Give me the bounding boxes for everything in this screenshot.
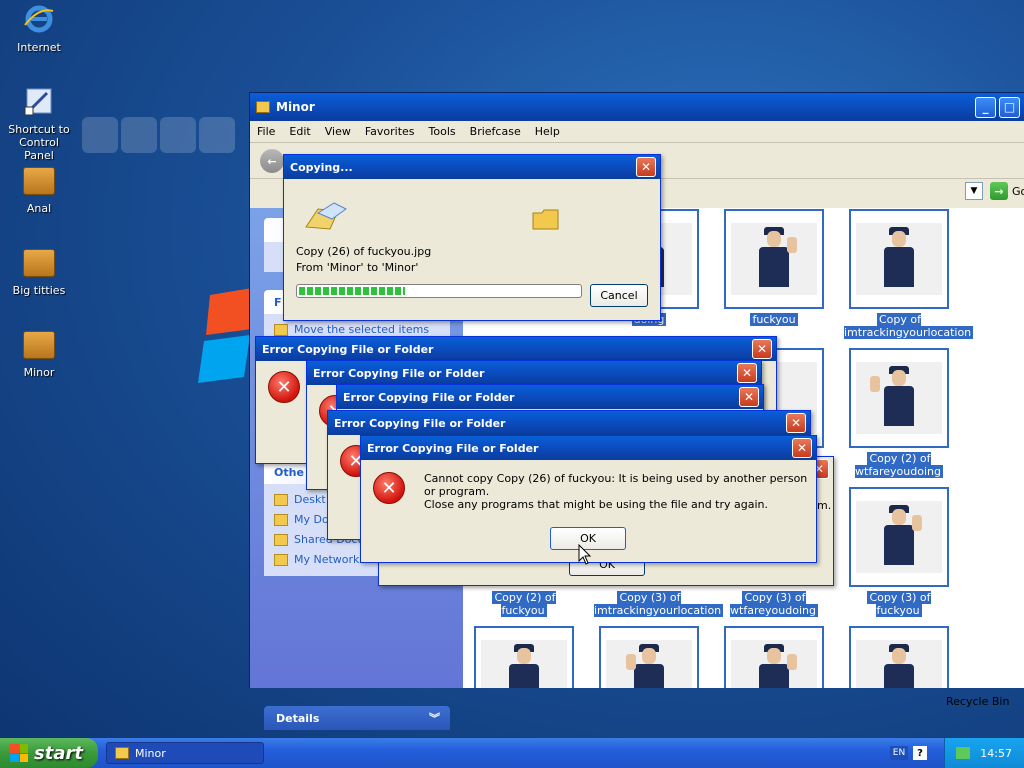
dialog-titlebar[interactable]: Error Copying File or Folder ✕ [337, 385, 763, 409]
menu-edit[interactable]: Edit [282, 125, 317, 138]
error-hint: Close any programs that might be using t… [424, 498, 769, 511]
menu-help[interactable]: Help [528, 125, 567, 138]
briefcase-icon [23, 249, 55, 277]
menu-favorites[interactable]: Favorites [358, 125, 422, 138]
folder-icon [274, 514, 288, 526]
clock: 14:57 [980, 746, 1012, 760]
file-caption[interactable]: Copy (2) of fuckyou [469, 591, 579, 617]
file-caption[interactable]: Copy (3) of wtfareyoudoing [719, 591, 829, 617]
close-icon[interactable]: ✕ [792, 438, 812, 458]
copy-from-to: From 'Minor' to 'Minor' [296, 261, 419, 274]
dialog-titlebar[interactable]: Error Copying File or Folder ✕ [361, 436, 816, 460]
desktop-icon-label: Shortcut to Control Panel [8, 123, 70, 162]
ghost-tile [160, 117, 196, 153]
close-icon[interactable]: ✕ [752, 339, 772, 359]
window-title: Minor [276, 100, 315, 114]
desktop-icon-label: Anal [26, 202, 52, 215]
progress-fill [299, 287, 406, 295]
destination-folder-icon [532, 209, 559, 230]
copy-progress-bar [296, 284, 582, 298]
ghost-tile [121, 117, 157, 153]
minimize-button[interactable]: _ [975, 96, 996, 118]
close-icon[interactable]: ✕ [737, 363, 757, 383]
details-header[interactable]: Details ︾ [264, 706, 450, 730]
folder-icon [274, 534, 288, 546]
copying-dialog[interactable]: Copying... ✕ Copy (26) of fuckyou.jpg Fr… [283, 154, 661, 321]
file-caption[interactable]: Copy (3) of imtrackingyourlocation [594, 591, 724, 617]
menu-tools[interactable]: Tools [422, 125, 463, 138]
file-thumbnail[interactable] [599, 626, 699, 688]
menu-briefcase[interactable]: Briefcase [463, 125, 528, 138]
system-tray: 14:57 [944, 738, 1024, 768]
address-dropdown-icon[interactable]: ▼ [965, 182, 983, 200]
start-button[interactable]: start [0, 738, 98, 768]
error-message: Cannot copy Copy (26) of fuckyou: It is … [424, 472, 808, 498]
file-thumbnail[interactable] [849, 626, 949, 688]
desktop-icon-label: Internet [17, 41, 61, 54]
file-thumbnail[interactable] [849, 348, 949, 448]
menu-file[interactable]: File [250, 125, 282, 138]
flying-papers-icon [305, 202, 347, 230]
chevron-down-icon: ︾ [429, 712, 440, 725]
file-caption[interactable]: Copy (3) of fuckyou [844, 591, 954, 617]
desktop-icon [274, 494, 288, 506]
close-icon[interactable]: ✕ [739, 387, 759, 407]
dialog-titlebar[interactable]: Error Copying File or Folder ✕ [328, 411, 810, 435]
go-label[interactable]: Go [1012, 185, 1024, 198]
go-button[interactable]: → [990, 182, 1008, 200]
copy-file-name: Copy (26) of fuckyou.jpg [296, 245, 432, 258]
dialog-titlebar[interactable]: Error Copying File or Folder ✕ [307, 361, 761, 385]
desktop-icon-label: Minor [23, 366, 55, 379]
file-thumbnail[interactable] [474, 626, 574, 688]
maximize-button[interactable]: □ [999, 96, 1020, 118]
language-indicator[interactable]: EN [890, 746, 908, 760]
file-thumbnail[interactable] [724, 626, 824, 688]
desktop-icon-label: Big titties [12, 284, 66, 297]
menu-bar: File Edit View Favorites Tools Briefcase… [250, 121, 1024, 143]
file-thumbnail[interactable] [849, 209, 949, 309]
briefcase-icon [23, 331, 55, 359]
file-caption[interactable]: Copy (2) of wtfareyoudoing [844, 452, 954, 478]
taskbar-item-minor[interactable]: Minor [106, 742, 264, 764]
error-icon: ✕ [373, 472, 405, 504]
help-icon[interactable]: ? [913, 746, 927, 760]
file-caption[interactable]: fuckyou [719, 313, 829, 326]
network-icon [274, 554, 288, 566]
file-thumbnail[interactable] [724, 209, 824, 309]
recycle-bin-label[interactable]: Recycle Bin [946, 695, 1009, 708]
ghost-tile [199, 117, 235, 153]
control-panel-icon [24, 88, 52, 116]
taskbar: start Minor EN ? 14:57 [0, 738, 1024, 768]
desktop-icon-control-panel[interactable]: Shortcut to Control Panel [4, 85, 74, 162]
file-thumbnail[interactable] [849, 487, 949, 587]
network-tray-icon[interactable] [956, 747, 971, 759]
folder-icon [256, 101, 270, 113]
close-icon[interactable]: ✕ [636, 157, 656, 177]
briefcase-icon [23, 167, 55, 195]
file-caption[interactable]: Copy of imtrackingyourlocation [844, 313, 974, 339]
windows-flag-icon [10, 744, 28, 762]
desktop-icon-internet[interactable]: Internet [4, 3, 74, 54]
dialog-titlebar[interactable]: Error Copying File or Folder ✕ [256, 337, 776, 361]
cancel-button[interactable]: Cancel [590, 284, 648, 307]
dialog-titlebar[interactable]: Copying... ✕ [284, 155, 660, 179]
folder-icon [274, 324, 288, 336]
truncated-text: m. [817, 499, 832, 512]
explorer-titlebar[interactable]: Minor _ □ [250, 93, 1024, 121]
internet-explorer-icon [24, 5, 54, 33]
desktop-icon-minor[interactable]: Minor [4, 331, 74, 379]
error-icon: ✕ [268, 371, 300, 403]
desktop-icon-anal[interactable]: Anal [4, 167, 74, 215]
back-button[interactable]: ← [260, 149, 284, 173]
menu-view[interactable]: View [318, 125, 358, 138]
mouse-cursor-icon [578, 544, 592, 565]
close-icon[interactable]: ✕ [786, 413, 806, 433]
desktop-icon-big-titties[interactable]: Big titties [4, 249, 74, 297]
ghost-tile [82, 117, 118, 153]
folder-icon [115, 747, 129, 759]
